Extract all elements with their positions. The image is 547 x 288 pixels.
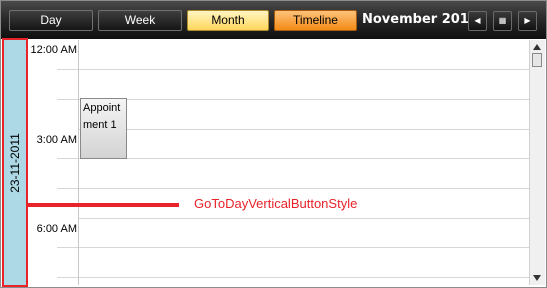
- timeline-view-button[interactable]: Timeline: [274, 10, 357, 31]
- ruler-tick: [57, 158, 78, 159]
- next-button[interactable]: ▶: [518, 11, 537, 31]
- ruler-tick: [57, 277, 78, 278]
- slot-line: [79, 99, 529, 100]
- slot-line: [79, 69, 529, 70]
- time-slot-label: 12:00 AM: [30, 44, 77, 56]
- scheduler-toolbar: Day Week Month Timeline November 2011 ◀ …: [1, 1, 546, 39]
- month-view-button[interactable]: Month: [187, 10, 269, 31]
- slot-line: [79, 129, 529, 130]
- scroll-thumb[interactable]: [532, 53, 542, 67]
- annotation-pointer-line: [27, 203, 179, 207]
- ruler-tick: [57, 99, 78, 100]
- annotation-label: GoToDayVerticalButtonStyle: [194, 196, 358, 211]
- appointment-1[interactable]: Appointment 1: [80, 98, 127, 159]
- go-to-day-date-label: 23-11-2011: [8, 132, 22, 193]
- day-view-button[interactable]: Day: [9, 10, 93, 31]
- slot-line: [79, 218, 529, 219]
- triangle-right-icon: ▶: [524, 16, 531, 25]
- scheduler: Day Week Month Timeline November 2011 ◀ …: [0, 0, 547, 288]
- time-ruler: 12:00 AM 3:00 AM 6:00 AM: [28, 40, 79, 285]
- slot-line: [79, 247, 529, 248]
- scroll-down-icon[interactable]: [533, 275, 541, 281]
- scroll-up-icon[interactable]: [533, 44, 541, 50]
- go-to-day-vertical-button[interactable]: 23-11-2011: [2, 38, 28, 287]
- slot-line: [79, 158, 529, 159]
- triangle-left-icon: ◀: [474, 16, 481, 25]
- ruler-tick: [57, 69, 78, 70]
- time-slot-label: 3:00 AM: [36, 134, 77, 146]
- calendar-grid-icon: ▦: [498, 16, 507, 25]
- ruler-tick: [57, 188, 78, 189]
- slot-line: [79, 277, 529, 278]
- previous-button[interactable]: ◀: [468, 11, 487, 31]
- time-slot-label: 6:00 AM: [36, 223, 77, 235]
- ruler-tick: [57, 247, 78, 248]
- date-range-label: November 2011: [362, 12, 478, 27]
- calendar-button[interactable]: ▦: [493, 11, 512, 31]
- day-slots-grid[interactable]: [79, 40, 529, 285]
- slot-line: [79, 188, 529, 189]
- week-view-button[interactable]: Week: [98, 10, 182, 31]
- vertical-scrollbar[interactable]: [529, 40, 545, 285]
